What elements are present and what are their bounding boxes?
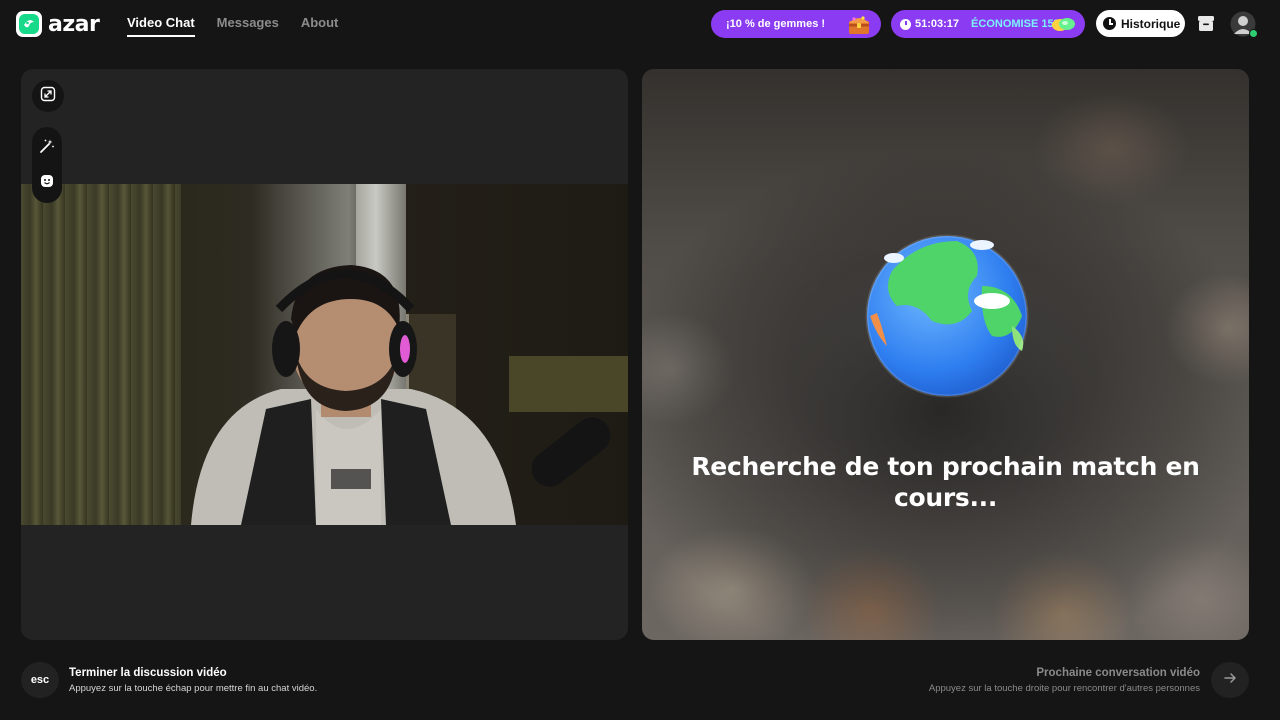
arrow-right-icon [1223, 671, 1237, 690]
user-avatar-icon[interactable] [1230, 11, 1258, 38]
nav-messages[interactable]: Messages [217, 15, 279, 37]
next-chat-button[interactable] [1211, 662, 1249, 698]
filters-button[interactable] [32, 133, 62, 163]
promo-discount-label: ÉCONOMISE 15% [971, 18, 1064, 30]
store-icon[interactable] [1196, 13, 1216, 33]
next-chat-hint: Appuyez sur la touche droite pour rencon… [928, 683, 1200, 694]
end-chat-button[interactable]: esc [21, 662, 59, 698]
end-chat-title: Terminer la discussion vidéo [69, 667, 227, 679]
self-video-panel [21, 69, 628, 640]
expand-icon [40, 86, 56, 107]
nav-video-chat[interactable]: Video Chat [127, 15, 195, 37]
match-video-panel: Recherche de ton prochain match en cours… [642, 69, 1249, 640]
magic-wand-icon [39, 138, 55, 159]
self-camera-feed [21, 184, 628, 525]
user-camera-image [191, 265, 516, 525]
history-button[interactable]: Historique [1096, 10, 1185, 37]
globe-icon [865, 234, 1029, 398]
top-navigation-bar: azar Video Chat Messages About ¡10 % de … [0, 0, 1280, 48]
microphone [524, 410, 618, 494]
promo-countdown: 51:03:17 [915, 18, 960, 30]
expand-button[interactable] [32, 80, 64, 112]
smiley-icon [39, 173, 55, 194]
clock-icon [1103, 17, 1116, 30]
gems-promo-label: ¡10 % de gemmes ! [726, 18, 826, 30]
matching-status-text: Recherche de ton prochain match en cours… [691, 452, 1200, 512]
treasure-chest-icon [847, 12, 871, 36]
timer-promo-button[interactable]: 51:03:17 ÉCONOMISE 15% [891, 10, 1085, 38]
end-chat-hint: Appuyez sur la touche échap pour mettre … [69, 683, 318, 694]
effects-toolbar [32, 127, 62, 203]
next-chat-title: Prochaine conversation vidéo [1036, 667, 1200, 679]
azar-logo[interactable]: azar [16, 10, 100, 38]
nav-about[interactable]: About [301, 15, 339, 37]
history-label: Historique [1121, 16, 1181, 31]
logo-text: azar [48, 11, 100, 37]
azar-logo-icon [16, 11, 42, 37]
gems-promo-button[interactable]: ¡10 % de gemmes ! [711, 10, 881, 38]
background-curtain [21, 184, 181, 525]
gems-icon [1051, 16, 1077, 32]
online-status-badge [1249, 29, 1258, 38]
background-cushion [509, 356, 628, 412]
timer-clock-icon [900, 18, 911, 30]
main-nav: Video Chat Messages About [127, 15, 338, 37]
stickers-button[interactable] [32, 168, 62, 198]
